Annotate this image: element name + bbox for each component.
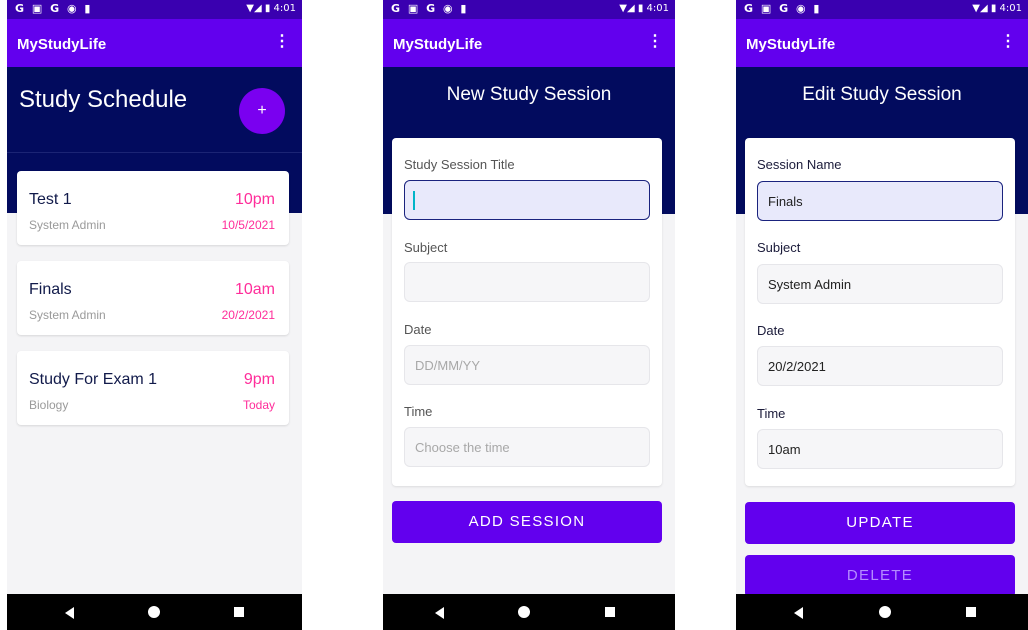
date-label: Date: [757, 323, 785, 338]
status-time: ▼◢ ▮ 4:01: [619, 3, 669, 14]
home-icon[interactable]: [518, 606, 530, 618]
session-title: Study For Exam 1: [29, 371, 158, 388]
time-label: Time: [404, 404, 433, 419]
app-bar: MyStudyLife ⋮: [736, 19, 1028, 67]
session-date: Today: [242, 398, 275, 412]
session-name-input[interactable]: Finals: [757, 181, 1003, 221]
session-date: 20/2/2021: [221, 308, 275, 322]
session-card[interactable]: Test 1 10pm System Admin 10/5/2021: [17, 171, 289, 245]
status-bar: G ▣ G ◉ ▮ ▼◢ ▮ 4:01: [736, 0, 1028, 19]
system-nav-bar: [736, 594, 1028, 630]
subject-value: System Admin: [768, 277, 852, 292]
page-title: Edit Study Session: [802, 84, 962, 105]
overflow-menu-icon[interactable]: ⋮: [1000, 33, 1016, 51]
session-title-input[interactable]: [404, 180, 650, 220]
app-bar: MyStudyLife ⋮: [7, 19, 302, 67]
app-title: MyStudyLife: [393, 36, 483, 53]
edit-session-screen: G ▣ G ◉ ▮ ▼◢ ▮ 4:01 MyStudyLife ⋮ Edit S…: [736, 0, 1028, 630]
status-icons: G ▣ G ◉ ▮: [744, 2, 822, 15]
recents-icon[interactable]: [605, 607, 615, 617]
subject-label: Subject: [757, 240, 801, 255]
time-label: Time: [757, 406, 786, 421]
session-card[interactable]: Study For Exam 1 9pm Biology Today: [17, 351, 289, 425]
status-bar: G ▣ G ◉ ▮ ▼◢ ▮ 4:01: [7, 0, 302, 19]
session-time: 10pm: [234, 191, 275, 208]
page-title: New Study Session: [446, 84, 612, 105]
home-icon[interactable]: [148, 606, 160, 618]
header-divider: [7, 152, 302, 153]
session-date: 10/5/2021: [221, 218, 275, 232]
title-label: Study Session Title: [404, 157, 515, 172]
app-title: MyStudyLife: [746, 36, 836, 53]
status-time: ▼◢ ▮ 4:01: [972, 3, 1022, 14]
back-icon[interactable]: [794, 607, 803, 619]
session-form: Session Name Finals Subject System Admin…: [745, 138, 1015, 486]
subject-input[interactable]: [404, 262, 650, 302]
app-title: MyStudyLife: [17, 36, 107, 53]
back-icon[interactable]: [435, 607, 444, 619]
session-title: Test 1: [29, 191, 72, 208]
system-nav-bar: [383, 594, 675, 630]
session-subject: System Admin: [29, 218, 106, 232]
subject-label: Subject: [404, 240, 448, 255]
time-value: 10am: [768, 442, 801, 457]
update-button[interactable]: UPDATE: [745, 502, 1015, 544]
study-schedule-screen: G ▣ G ◉ ▮ ▼◢ ▮ 4:01 MyStudyLife ⋮ Study …: [7, 0, 302, 630]
session-time: 9pm: [243, 371, 275, 388]
date-input[interactable]: DD/MM/YY: [404, 345, 650, 385]
session-name-value: Finals: [768, 194, 803, 209]
system-nav-bar: [7, 594, 302, 630]
page-title: Study Schedule: [19, 86, 188, 113]
session-card[interactable]: Finals 10am System Admin 20/2/2021: [17, 261, 289, 335]
session-subject: System Admin: [29, 308, 106, 322]
add-session-fab[interactable]: +: [239, 88, 285, 134]
home-icon[interactable]: [879, 606, 891, 618]
text-caret: [413, 191, 415, 210]
status-bar: G ▣ G ◉ ▮ ▼◢ ▮ 4:01: [383, 0, 675, 19]
recents-icon[interactable]: [966, 607, 976, 617]
app-bar: MyStudyLife ⋮: [383, 19, 675, 67]
date-placeholder: DD/MM/YY: [415, 358, 480, 373]
session-time: 10am: [234, 281, 275, 298]
subject-input[interactable]: System Admin: [757, 264, 1003, 304]
status-time: ▼◢ ▮ 4:01: [246, 3, 296, 14]
session-title: Finals: [29, 281, 72, 298]
session-form: Study Session Title Subject Date DD/MM/Y…: [392, 138, 662, 486]
date-input[interactable]: 20/2/2021: [757, 346, 1003, 386]
name-label: Session Name: [757, 157, 842, 172]
new-session-screen: G ▣ G ◉ ▮ ▼◢ ▮ 4:01 MyStudyLife ⋮ New St…: [383, 0, 675, 630]
date-label: Date: [404, 322, 432, 337]
status-icons: G ▣ G ◉ ▮: [15, 2, 93, 15]
time-input[interactable]: 10am: [757, 429, 1003, 469]
overflow-menu-icon[interactable]: ⋮: [647, 33, 663, 51]
recents-icon[interactable]: [234, 607, 244, 617]
delete-button[interactable]: DELETE: [745, 555, 1015, 597]
overflow-menu-icon[interactable]: ⋮: [274, 33, 290, 51]
time-input[interactable]: Choose the time: [404, 427, 650, 467]
back-icon[interactable]: [65, 607, 74, 619]
add-session-button[interactable]: ADD SESSION: [392, 501, 662, 543]
status-icons: G ▣ G ◉ ▮: [391, 2, 469, 15]
date-value: 20/2/2021: [768, 359, 826, 374]
session-subject: Biology: [29, 398, 69, 412]
time-placeholder: Choose the time: [415, 440, 510, 455]
